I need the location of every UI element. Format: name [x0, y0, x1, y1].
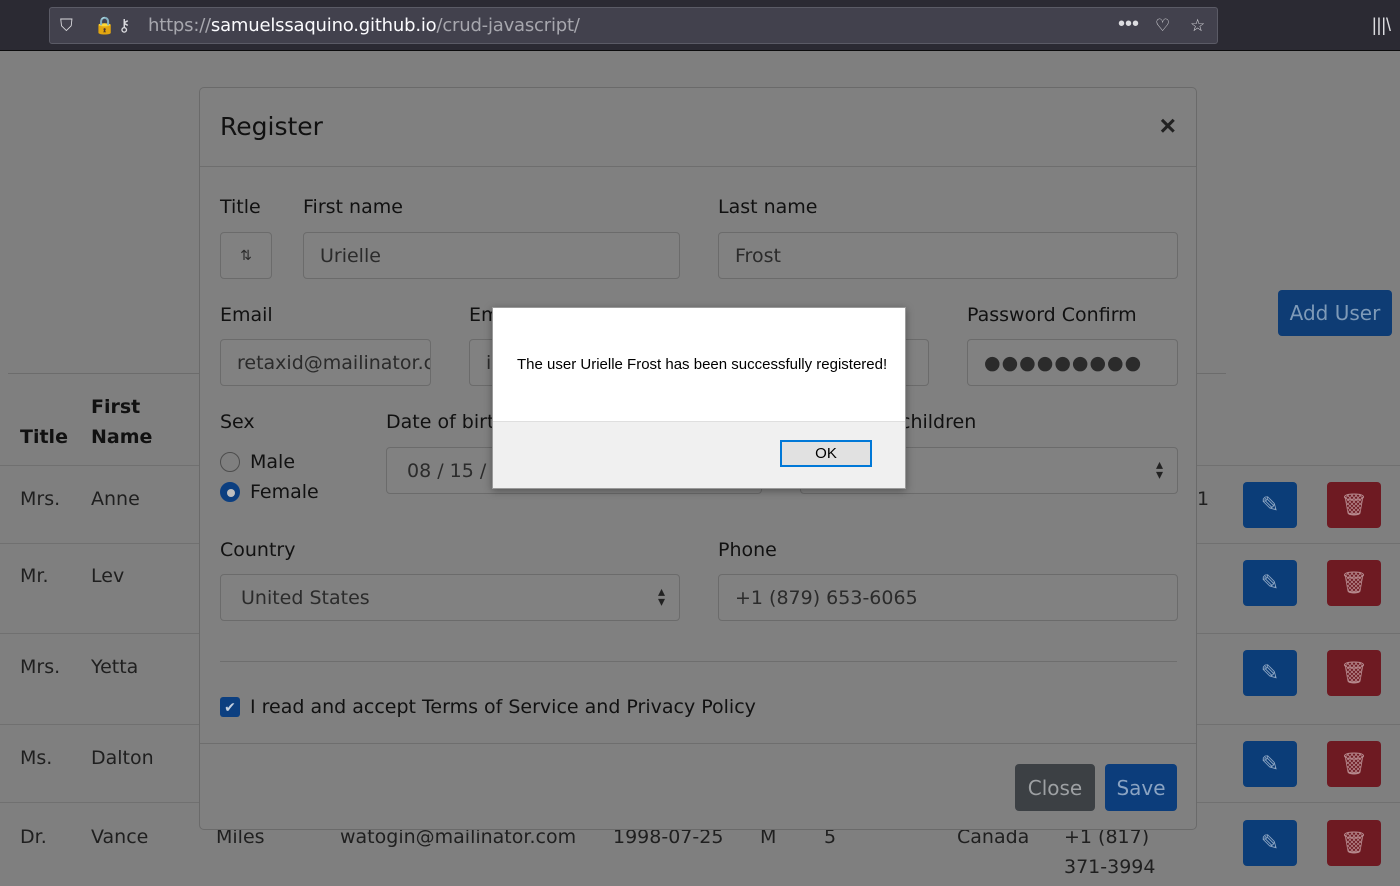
alert-footer: OK — [493, 421, 905, 488]
trash-icon: 🗑 — [1340, 660, 1368, 685]
add-user-button[interactable]: Add User — [1278, 290, 1392, 336]
title-select[interactable]: ⇅ — [220, 232, 272, 279]
modal-header-divider — [200, 166, 1196, 167]
browser-toolbar: ⛉ 🔒 ⚷ https://samuelssaquino.github.io/c… — [0, 0, 1400, 51]
edit-icon: ✎ — [1260, 492, 1280, 517]
terms-label: I read and accept Terms of Service and P… — [250, 696, 756, 718]
header-first-name-line1: First — [91, 396, 141, 418]
select-arrows-icon: ▴ ▾ — [1155, 457, 1163, 483]
country-select[interactable]: United States ▴ ▾ — [220, 574, 680, 621]
first-name-field[interactable]: Urielle — [303, 232, 680, 279]
library-icon[interactable]: |||\ — [1372, 15, 1391, 35]
cell-first-name: Dalton — [91, 747, 154, 769]
url-text[interactable]: https://samuelssaquino.github.io/crud-ja… — [148, 16, 580, 36]
edit-icon: ✎ — [1260, 570, 1280, 595]
edit-icon: ✎ — [1260, 660, 1280, 685]
country-value: United States — [241, 586, 370, 609]
trash-icon: 🗑 — [1340, 751, 1368, 776]
delete-button[interactable]: 🗑 — [1327, 741, 1381, 787]
save-button[interactable]: Save — [1105, 764, 1177, 811]
edit-button[interactable]: ✎ — [1243, 741, 1297, 787]
shield-icon[interactable]: ⛉ — [60, 16, 73, 36]
pocket-icon[interactable]: ♡ — [1155, 16, 1170, 36]
modal-title: Register — [220, 112, 323, 141]
trash-icon: 🗑 — [1340, 492, 1368, 517]
more-options-icon[interactable]: ••• — [1118, 14, 1139, 34]
first-name-label: First name — [303, 196, 403, 218]
country-label: Country — [220, 539, 296, 561]
edit-icon: ✎ — [1260, 751, 1280, 776]
select-arrows-icon: ⇅ — [240, 247, 252, 264]
dob-label: Date of birth — [386, 411, 507, 433]
alert-message: The user Urielle Frost has been successf… — [517, 356, 888, 373]
cell-first-name: Anne — [91, 488, 140, 510]
cell-first-name: Yetta — [91, 656, 139, 678]
delete-button[interactable]: 🗑 — [1327, 560, 1381, 606]
edit-button[interactable]: ✎ — [1243, 650, 1297, 696]
cell-phone: 1 — [1197, 488, 1210, 510]
ok-button[interactable]: OK — [780, 440, 872, 467]
delete-button[interactable]: 🗑 — [1327, 482, 1381, 528]
sex-male-label: Male — [250, 451, 296, 473]
cell-first-name: Lev — [91, 565, 125, 587]
children-label: children — [900, 411, 977, 433]
edit-icon: ✎ — [1260, 830, 1280, 855]
trash-icon: 🗑 — [1340, 830, 1368, 855]
sex-female-radio[interactable] — [220, 482, 240, 502]
bookmark-star-icon[interactable]: ☆ — [1190, 16, 1205, 36]
email-label: Email — [220, 304, 273, 326]
last-name-field[interactable]: Frost — [718, 232, 1178, 279]
modal-close-icon[interactable]: × — [1160, 110, 1176, 142]
alert-dialog: The user Urielle Frost has been successf… — [492, 307, 906, 489]
phone-field[interactable]: +1 (879) 653-6065 — [718, 574, 1178, 621]
url-bar[interactable]: ⛉ 🔒 ⚷ https://samuelssaquino.github.io/c… — [49, 7, 1218, 44]
password-confirm-field[interactable]: ●●●●●●●●● — [967, 339, 1178, 386]
check-icon: ✔ — [224, 698, 236, 715]
cell-title: Mr. — [20, 565, 49, 587]
cell-phone-cont: 371-3994 — [1064, 856, 1156, 878]
cell-title: Dr. — [20, 826, 47, 848]
sex-male-radio[interactable] — [220, 452, 240, 472]
form-divider — [220, 661, 1177, 662]
sex-female-label: Female — [250, 481, 319, 503]
cell-first-name: Vance — [91, 826, 149, 848]
trash-icon: 🗑 — [1340, 570, 1368, 595]
delete-button[interactable]: 🗑 — [1327, 820, 1381, 866]
select-arrows-icon: ▴ ▾ — [657, 584, 665, 610]
edit-button[interactable]: ✎ — [1243, 820, 1297, 866]
email-field[interactable]: retaxid@mailinator.c — [220, 339, 431, 386]
cell-title: Mrs. — [20, 656, 61, 678]
phone-label: Phone — [718, 539, 777, 561]
title-label: Title — [220, 196, 261, 218]
edit-button[interactable]: ✎ — [1243, 482, 1297, 528]
key-icon[interactable]: ⚷ — [118, 16, 130, 36]
cell-title: Ms. — [20, 747, 53, 769]
last-name-label: Last name — [718, 196, 818, 218]
modal-footer-divider — [200, 743, 1196, 744]
cell-title: Mrs. — [20, 488, 61, 510]
sex-label: Sex — [220, 411, 255, 433]
header-title: Title — [20, 426, 68, 448]
edit-button[interactable]: ✎ — [1243, 560, 1297, 606]
close-button[interactable]: Close — [1015, 764, 1095, 811]
lock-icon[interactable]: 🔒 — [94, 16, 115, 36]
header-first-name-line2: Name — [91, 426, 153, 448]
delete-button[interactable]: 🗑 — [1327, 650, 1381, 696]
terms-checkbox[interactable]: ✔ — [220, 697, 240, 717]
password-confirm-label: Password Confirm — [967, 304, 1137, 326]
